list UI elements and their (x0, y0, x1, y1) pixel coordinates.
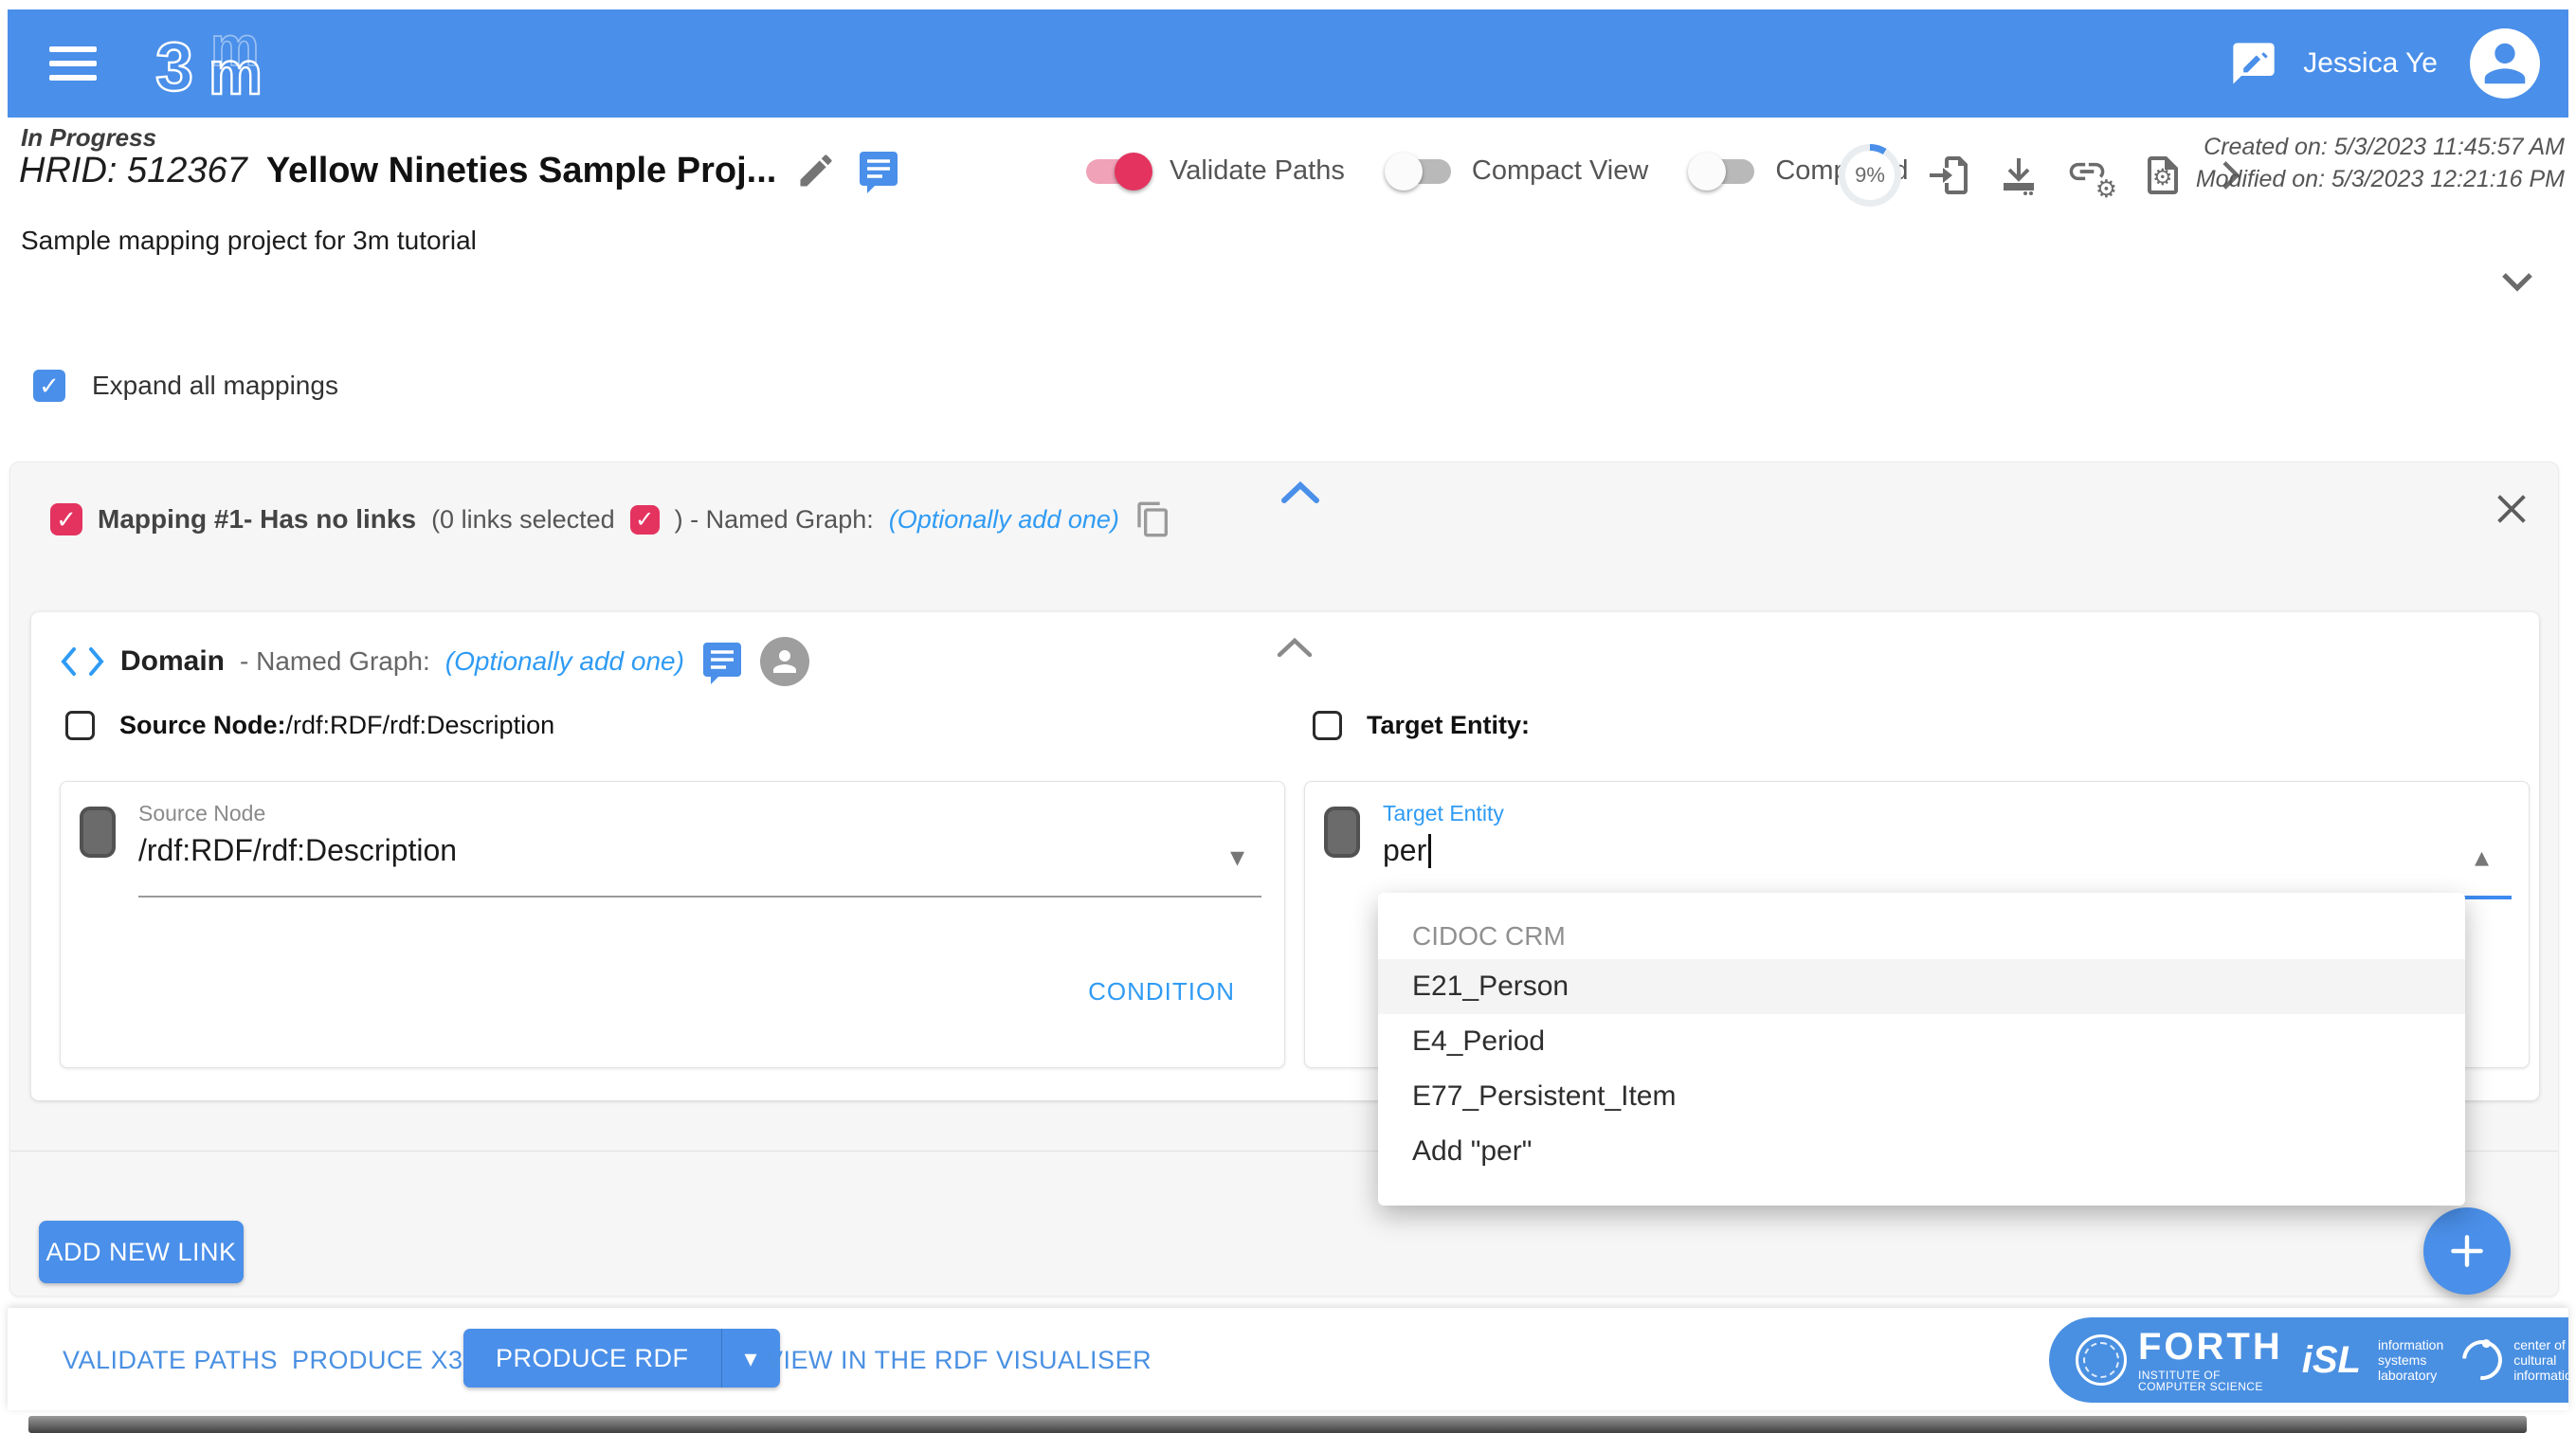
source-node-field-label: Source Node (138, 801, 265, 826)
completion-progress-value: 9% (1845, 151, 1895, 200)
forth-logo-text: FORTH (2138, 1328, 2283, 1366)
project-action-icons: 9% ⚙ ⚙ (1839, 144, 2248, 207)
source-summary-label: Source Node: (119, 711, 286, 739)
isl-logo-text: iSL (2302, 1339, 2361, 1382)
created-on: Created on: 5/3/2023 11:45:57 AM (2196, 131, 2565, 163)
expand-description-chevron-icon[interactable] (2494, 258, 2540, 303)
domain-comment-icon[interactable] (699, 639, 745, 684)
code-icon (60, 645, 105, 678)
expand-all-label: Expand all mappings (92, 371, 338, 401)
forth-logo-banner: FORTH INSTITUTE OF COMPUTER SCIENCE iSL … (2049, 1317, 2568, 1403)
produce-rdf-button[interactable]: PRODUCE RDF (463, 1329, 721, 1388)
feedback-icon[interactable] (2229, 39, 2278, 88)
menu-icon[interactable] (49, 46, 97, 81)
user-avatar[interactable] (2470, 28, 2540, 99)
mapping-title: Mapping #1- Has no links (98, 504, 416, 535)
close-mapping-icon[interactable] (2490, 487, 2533, 531)
user-name: Jessica Ye (2303, 47, 2438, 80)
forth-subtitle: INSTITUTE OF COMPUTER SCIENCE (2138, 1370, 2283, 1392)
dropdown-option[interactable]: Add "per" (1378, 1124, 2465, 1179)
domain-user-avatar (760, 637, 809, 686)
dropdown-option[interactable]: E21_Person (1378, 959, 2465, 1014)
copy-icon[interactable] (1134, 500, 1172, 538)
add-new-link-button[interactable]: ADD NEW LINK (39, 1221, 244, 1283)
domain-label: Domain (120, 645, 225, 678)
comment-icon[interactable] (856, 148, 901, 193)
svg-text:m: m (209, 39, 263, 107)
mapping-card: ✓ Mapping #1- Has no links (0 links sele… (9, 462, 2559, 1297)
collapse-domain-chevron-icon[interactable] (1275, 635, 1315, 660)
links-checkbox[interactable]: ✓ (630, 505, 660, 535)
expand-all-mappings[interactable]: ✓ Expand all mappings (33, 370, 338, 402)
import-file-icon[interactable] (1926, 153, 1971, 198)
drag-handle[interactable] (80, 807, 116, 858)
bottom-shadow-strip (28, 1416, 2527, 1433)
view-rdf-visualiser-button[interactable]: VIEW IN THE RDF VISUALISER (766, 1346, 1152, 1375)
source-dropdown-arrow-icon[interactable]: ▾ (1230, 841, 1244, 874)
dropdown-option[interactable]: E4_Period (1378, 1014, 2465, 1069)
cci-label: center of cultural informatics (2513, 1337, 2568, 1383)
produce-rdf-split-button: PRODUCE RDF ▾ (463, 1329, 780, 1388)
file-settings-icon[interactable]: ⚙ (2140, 153, 2186, 198)
validate-paths-button[interactable]: VALIDATE PATHS (63, 1346, 278, 1375)
drag-handle[interactable] (1324, 807, 1360, 858)
entity-autocomplete-dropdown: CIDOC CRM E21_Person E4_Period E77_Persi… (1378, 893, 2465, 1206)
download-icon[interactable] (1996, 153, 2041, 198)
project-title: Yellow Nineties Sample Proj... (266, 151, 777, 191)
source-summary-value: /rdf:RDF/rdf:Description (286, 711, 555, 739)
footer-bar: VALIDATE PATHS PRODUCE X3ML PRODUCE RDF … (8, 1308, 2568, 1410)
link-settings-icon[interactable]: ⚙ (2066, 151, 2115, 200)
project-timestamps: Created on: 5/3/2023 11:45:57 AM Modifie… (2196, 131, 2565, 195)
source-summary-checkbox[interactable] (65, 711, 95, 740)
mapping-named-graph-add-link[interactable]: (Optionally add one) (889, 505, 1119, 535)
collapse-mapping-chevron-icon[interactable] (1279, 478, 1322, 506)
domain-header: Domain - Named Graph: (Optionally add on… (60, 637, 809, 686)
target-dropdown-arrow-icon[interactable]: ▴ (2475, 841, 2489, 874)
named-graph-text: ) - Named Graph: (675, 505, 874, 535)
project-description: Sample mapping project for 3m tutorial (21, 226, 477, 256)
app-bar: 3 m m Jessica Ye (8, 9, 2568, 118)
project-title-row: HRID: 512367 Yellow Nineties Sample Proj… (19, 148, 901, 193)
target-entity-field-label: Target Entity (1383, 801, 1504, 826)
domain-named-graph-text: - Named Graph: (240, 646, 430, 677)
links-selected-text: (0 links selected (431, 505, 615, 535)
dropdown-group-label: CIDOC CRM (1378, 914, 2465, 959)
mapping-header: ✓ Mapping #1- Has no links (0 links sele… (50, 500, 1172, 538)
3m-logo: 3 m m (152, 18, 303, 109)
compact-view-toggle[interactable]: Compact View (1388, 155, 1648, 187)
mapping-checkbox[interactable]: ✓ (50, 503, 82, 535)
source-node-select[interactable]: /rdf:RDF/rdf:Description (138, 833, 457, 868)
text-cursor (1428, 834, 1431, 868)
expand-all-checkbox[interactable]: ✓ (33, 370, 65, 402)
isl-label: information systems laboratory (2378, 1337, 2443, 1383)
edit-title-icon[interactable] (795, 150, 837, 191)
target-entity-summary: Target Entity: (1313, 711, 1530, 740)
target-summary-checkbox[interactable] (1313, 711, 1342, 740)
view-toggles: Validate Paths Compact View Completed (1086, 155, 1909, 187)
svg-text:3: 3 (155, 29, 193, 105)
modified-on: Modified on: 5/3/2023 12:21:16 PM (2196, 163, 2565, 195)
cci-logo-icon (2455, 1332, 2511, 1388)
add-mapping-fab[interactable] (2423, 1207, 2511, 1295)
project-hrid: HRID: 512367 (19, 151, 247, 191)
condition-button[interactable]: CONDITION (1088, 977, 1235, 1007)
source-node-field-card: Source Node /rdf:RDF/rdf:Description ▾ C… (60, 781, 1285, 1068)
forth-seal-icon (2076, 1334, 2127, 1386)
domain-named-graph-add-link[interactable]: (Optionally add one) (445, 646, 684, 677)
target-entity-input[interactable]: per (1383, 833, 1431, 868)
validate-paths-toggle[interactable]: Validate Paths (1086, 155, 1345, 187)
plus-icon (2446, 1230, 2488, 1272)
source-node-summary: Source Node:/rdf:RDF/rdf:Description (65, 711, 554, 740)
completion-progress-ring: 9% (1839, 144, 1901, 207)
dropdown-option[interactable]: E77_Persistent_Item (1378, 1069, 2465, 1124)
target-summary-label: Target Entity: (1367, 711, 1530, 739)
